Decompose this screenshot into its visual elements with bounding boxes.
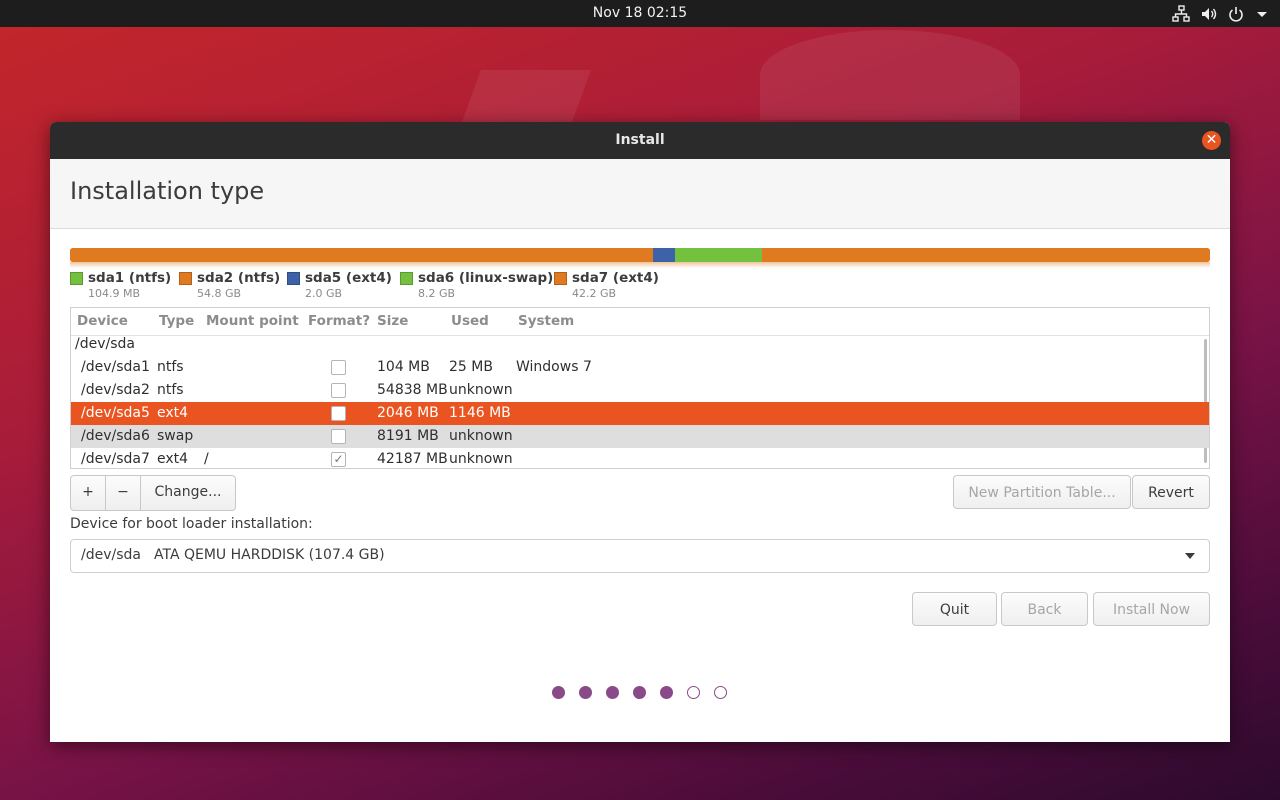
- legend-swatch: [287, 272, 300, 285]
- legend-name: sda5 (ext4): [305, 270, 392, 286]
- legend-name: sda7 (ext4): [572, 270, 659, 286]
- cell-size: 8191 MB: [377, 428, 439, 444]
- cell-used: 25 MB: [449, 359, 493, 375]
- cell-mount-point: /: [204, 451, 209, 467]
- column-header-format[interactable]: Format?: [308, 313, 370, 329]
- boot-loader-select[interactable]: /dev/sda ATA QEMU HARDDISK (107.4 GB): [70, 539, 1210, 573]
- wallpaper-shape: [760, 30, 1020, 120]
- new-partition-table-button[interactable]: New Partition Table...: [953, 475, 1131, 509]
- progress-dot: [552, 686, 565, 699]
- cell-used: 1146 MB: [449, 405, 511, 421]
- cell-size: 54838 MB: [377, 382, 448, 398]
- table-header: Device Type Mount point Format? Size Use…: [71, 308, 1209, 336]
- cell-device: /dev/sda5: [81, 405, 150, 421]
- legend-name: sda6 (linux-swap): [418, 270, 554, 286]
- legend-swatch: [70, 272, 83, 285]
- table-row[interactable]: /dev/sda2 ntfs 54838 MB unknown: [71, 379, 1209, 402]
- legend-size: 2.0 GB: [305, 287, 343, 300]
- progress-dot: [687, 686, 700, 699]
- cell-size: 42187 MB: [377, 451, 448, 467]
- cell-device: /dev/sda2: [81, 382, 150, 398]
- format-checkbox[interactable]: [331, 406, 346, 421]
- installer-window: Install ✕ Installation type sda1 (ntfs) 1…: [50, 122, 1230, 742]
- legend-size: 54.8 GB: [197, 287, 242, 300]
- partition-segment-sda7: [761, 248, 1210, 262]
- add-partition-button[interactable]: +: [71, 476, 106, 510]
- progress-dot: [660, 686, 673, 699]
- progress-dot: [579, 686, 592, 699]
- menu-arrow-icon[interactable]: [1252, 4, 1272, 24]
- close-icon[interactable]: ✕: [1202, 131, 1221, 150]
- page-title: Installation type: [70, 177, 265, 205]
- legend-size: 8.2 GB: [418, 287, 456, 300]
- volume-icon[interactable]: [1199, 4, 1219, 24]
- top-panel: Nov 18 02:15: [0, 0, 1280, 27]
- partition-segment-sda6: [674, 248, 762, 262]
- legend-swatch: [554, 272, 567, 285]
- boot-loader-label: Device for boot loader installation:: [70, 516, 313, 532]
- cell-used: unknown: [449, 428, 513, 444]
- format-checkbox[interactable]: [331, 383, 346, 398]
- partition-segment-sda5: [653, 248, 675, 262]
- progress-dot: [633, 686, 646, 699]
- column-header-type[interactable]: Type: [159, 313, 194, 329]
- change-partition-button[interactable]: Change...: [141, 476, 235, 510]
- revert-button[interactable]: Revert: [1132, 475, 1210, 509]
- cell-used: unknown: [449, 451, 513, 467]
- cell-used: unknown: [449, 382, 513, 398]
- page-header: Installation type: [50, 159, 1230, 229]
- cell-system: Windows 7: [516, 359, 592, 375]
- legend-name: sda1 (ntfs): [88, 270, 172, 286]
- clock[interactable]: Nov 18 02:15: [0, 0, 1280, 27]
- format-checkbox[interactable]: [331, 360, 346, 375]
- network-icon[interactable]: [1171, 4, 1191, 24]
- cell-type: ext4: [157, 451, 189, 467]
- back-button[interactable]: Back: [1001, 592, 1088, 626]
- progress-dot: [714, 686, 727, 699]
- disk-label: /dev/sda: [75, 336, 135, 352]
- disk-row[interactable]: /dev/sda: [71, 333, 1209, 356]
- dropdown-arrow-icon: [1185, 553, 1195, 559]
- column-header-size[interactable]: Size: [377, 313, 408, 329]
- table-row[interactable]: /dev/sda5 ext4 2046 MB 1146 MB: [71, 402, 1209, 425]
- boot-loader-description: ATA QEMU HARDDISK (107.4 GB): [154, 547, 385, 563]
- column-header-used[interactable]: Used: [451, 313, 489, 329]
- window-title: Install: [615, 132, 665, 148]
- cell-size: 104 MB: [377, 359, 430, 375]
- boot-loader-device: /dev/sda: [81, 547, 141, 563]
- cell-type: swap: [157, 428, 194, 444]
- legend-size: 104.9 MB: [88, 287, 141, 300]
- partition-toolbar: + − Change...: [70, 475, 236, 511]
- cell-size: 2046 MB: [377, 405, 439, 421]
- cell-device: /dev/sda6: [81, 428, 150, 444]
- legend-name: sda2 (ntfs): [197, 270, 281, 286]
- progress-dot: [606, 686, 619, 699]
- legend-swatch: [400, 272, 413, 285]
- column-header-mount-point[interactable]: Mount point: [206, 313, 299, 329]
- partition-table[interactable]: Device Type Mount point Format? Size Use…: [70, 307, 1210, 469]
- table-row[interactable]: /dev/sda6 swap 8191 MB unknown: [71, 425, 1209, 448]
- install-now-button[interactable]: Install Now: [1093, 592, 1210, 626]
- column-header-system[interactable]: System: [518, 313, 574, 329]
- partition-segment-sda2: [71, 248, 654, 262]
- cell-type: ntfs: [157, 382, 184, 398]
- remove-partition-button[interactable]: −: [106, 476, 141, 510]
- legend-swatch: [179, 272, 192, 285]
- cell-type: ntfs: [157, 359, 184, 375]
- table-row[interactable]: /dev/sda1 ntfs 104 MB 25 MB Windows 7: [71, 356, 1209, 379]
- format-checkbox[interactable]: [331, 429, 346, 444]
- table-row[interactable]: /dev/sda7 ext4 / ✓ 42187 MB unknown: [71, 448, 1209, 468]
- partition-bar-reflection: [70, 262, 1210, 268]
- legend-size: 42.2 GB: [572, 287, 617, 300]
- partition-bar: [70, 248, 1210, 262]
- power-icon[interactable]: [1226, 4, 1246, 24]
- window-titlebar[interactable]: Install ✕: [50, 122, 1230, 159]
- cell-device: /dev/sda7: [81, 451, 150, 467]
- quit-button[interactable]: Quit: [912, 592, 997, 626]
- format-checkbox[interactable]: ✓: [331, 452, 346, 467]
- cell-type: ext4: [157, 405, 189, 421]
- column-header-device[interactable]: Device: [77, 313, 128, 329]
- wallpaper-shape: [459, 70, 591, 130]
- cell-device: /dev/sda1: [81, 359, 150, 375]
